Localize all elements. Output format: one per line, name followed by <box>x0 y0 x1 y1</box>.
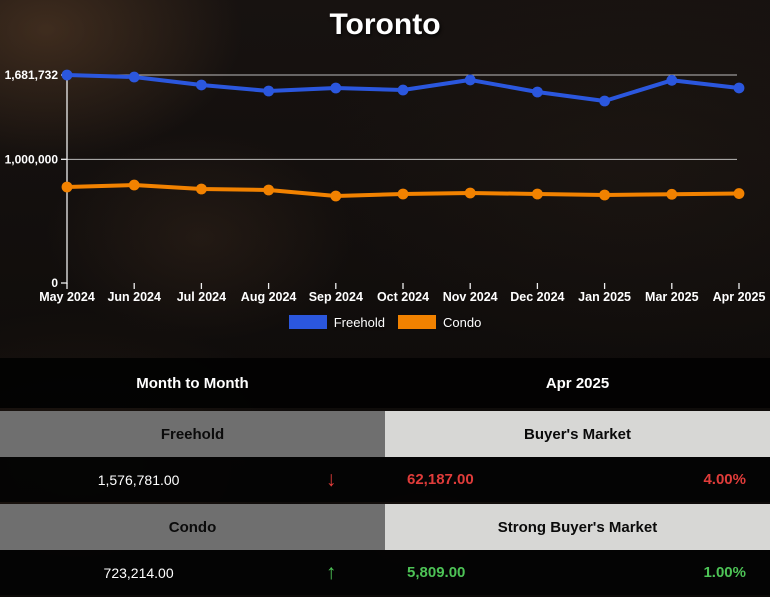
x-axis-label: Sep 2024 <box>309 290 363 304</box>
data-point-condo <box>666 189 677 200</box>
x-axis-label: Aug 2024 <box>241 290 297 304</box>
table-header-month-to-month: Month to Month <box>0 358 385 408</box>
data-point-condo <box>330 191 341 202</box>
market-report: Toronto 1,681,732 1,000,000 0May 2024 Jun 2… <box>0 0 770 593</box>
data-point-freehold <box>398 85 409 96</box>
chart-legend: Freehold Condo <box>0 312 770 332</box>
data-point-freehold <box>532 87 543 98</box>
data-point-condo <box>196 184 207 195</box>
data-point-freehold <box>129 72 140 83</box>
data-point-condo <box>129 180 140 191</box>
data-point-freehold <box>196 80 207 91</box>
freehold-current-value: 1,576,781.00 <box>0 472 277 488</box>
legend-label-condo: Condo <box>443 315 481 330</box>
x-axis-label: Jun 2024 <box>107 290 161 304</box>
x-axis-label: Nov 2024 <box>443 290 498 304</box>
data-point-condo <box>734 188 745 199</box>
trend-up-arrow-icon: ↑ <box>277 562 385 583</box>
table-header-current-month: Apr 2025 <box>385 358 770 408</box>
legend-swatch-freehold <box>289 315 327 329</box>
data-point-condo <box>62 182 73 193</box>
condo-change-half: 5,809.00 1.00% <box>385 550 770 595</box>
condo-current-half: 723,214.00 ↑ <box>0 550 385 595</box>
freehold-change-amount: 62,187.00 <box>385 471 474 488</box>
freehold-market-status: Buyer's Market <box>385 411 770 457</box>
x-axis-label: Jan 2025 <box>578 290 631 304</box>
condo-change-amount: 5,809.00 <box>385 564 465 581</box>
freehold-current-half: 1,576,781.00 ↓ <box>0 457 385 502</box>
x-axis-label: Dec 2024 <box>510 290 564 304</box>
data-point-freehold <box>465 75 476 86</box>
legend-item-condo: Condo <box>398 315 481 330</box>
data-point-freehold <box>599 96 610 107</box>
line-chart-canvas: 1,681,732 1,000,000 0May 2024 Jun 2024 Jul 2… <box>0 58 770 308</box>
y-axis-label: 1,681,732 <box>5 68 59 82</box>
data-point-freehold <box>666 75 677 86</box>
page-title: Toronto <box>0 8 770 42</box>
x-axis-label: Mar 2025 <box>645 290 699 304</box>
freehold-label-row: Freehold Buyer's Market <box>0 411 770 457</box>
data-point-condo <box>532 189 543 200</box>
legend-label-freehold: Freehold <box>334 315 385 330</box>
x-axis-label: Jul 2024 <box>177 290 226 304</box>
data-point-condo <box>465 188 476 199</box>
data-point-condo <box>599 190 610 201</box>
table-header-row: Month to Month Apr 2025 <box>0 358 770 408</box>
data-point-freehold <box>263 86 274 97</box>
freehold-change-half: 62,187.00 4.00% <box>385 457 770 502</box>
data-point-freehold <box>62 70 73 81</box>
freehold-segment-label: Freehold <box>0 411 385 457</box>
condo-values-row: 723,214.00 ↑ 5,809.00 1.00% <box>0 550 770 595</box>
legend-swatch-condo <box>398 315 436 329</box>
market-table: Month to Month Apr 2025 Freehold Buyer's… <box>0 358 770 597</box>
x-axis-label: Oct 2024 <box>377 290 429 304</box>
x-axis-label: Apr 2025 <box>713 290 766 304</box>
x-axis-label: May 2024 <box>39 290 95 304</box>
data-point-condo <box>398 189 409 200</box>
data-point-freehold <box>734 83 745 94</box>
trend-down-arrow-icon: ↓ <box>277 469 385 490</box>
condo-label-row: Condo Strong Buyer's Market <box>0 504 770 550</box>
price-trend-chart: 1,681,732 1,000,000 0May 2024 Jun 2024 Jul 2… <box>0 58 770 308</box>
condo-current-value: 723,214.00 <box>0 565 277 581</box>
condo-segment-label: Condo <box>0 504 385 550</box>
legend-item-freehold: Freehold <box>289 315 385 330</box>
data-point-condo <box>263 185 274 196</box>
y-axis-label: 0 <box>51 276 58 290</box>
data-point-freehold <box>330 83 341 94</box>
freehold-change-percent: 4.00% <box>703 471 770 488</box>
y-axis-label: 1,000,000 <box>5 152 59 166</box>
condo-market-status: Strong Buyer's Market <box>385 504 770 550</box>
freehold-values-row: 1,576,781.00 ↓ 62,187.00 4.00% <box>0 457 770 502</box>
condo-change-percent: 1.00% <box>703 564 770 581</box>
